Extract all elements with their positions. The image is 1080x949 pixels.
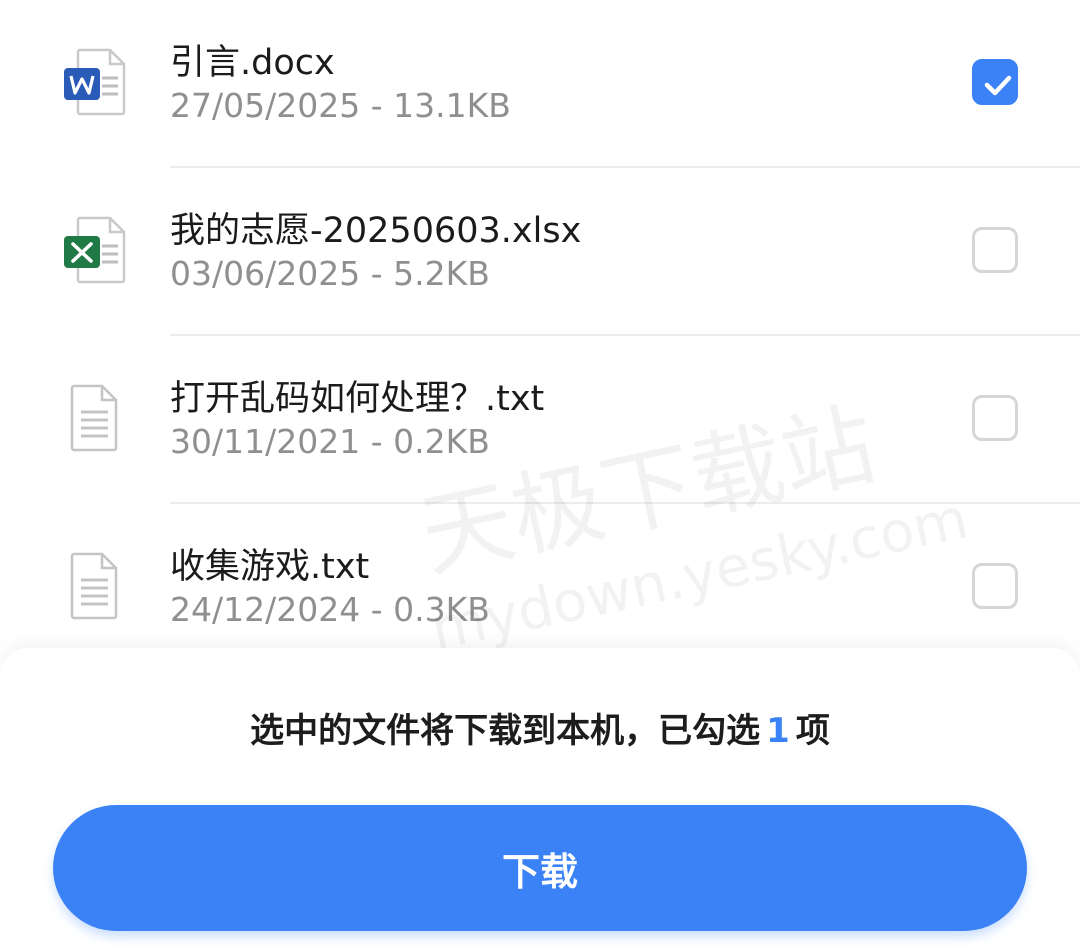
text-file-icon — [70, 552, 118, 620]
summary-suffix: 项 — [795, 711, 830, 751]
file-name: 引言.docx — [170, 43, 335, 83]
download-button[interactable]: 下载 — [53, 805, 1027, 931]
file-name: 打开乱码如何处理？.txt — [170, 379, 545, 419]
word-doc-icon — [64, 48, 126, 116]
selected-count: 1 — [766, 711, 790, 751]
file-meta: 03/06/2025 - 5.2KB — [170, 254, 490, 293]
check-icon — [984, 75, 1012, 96]
file-checkbox[interactable] — [972, 395, 1018, 441]
excel-sheet-icon — [64, 216, 126, 284]
selection-summary: 选中的文件将下载到本机，已勾选 1 项 — [0, 703, 1080, 752]
file-meta: 27/05/2025 - 13.1KB — [170, 86, 511, 125]
file-name: 收集游戏.txt — [170, 547, 370, 587]
file-list: 引言.docx 27/05/2025 - 13.1KB 我的志愿-2025060… — [0, 0, 1080, 672]
file-row[interactable]: 打开乱码如何处理？.txt 30/11/2021 - 0.2KB — [0, 336, 1080, 504]
file-row[interactable]: 引言.docx 27/05/2025 - 13.1KB — [0, 0, 1080, 168]
file-checkbox[interactable] — [972, 59, 1018, 105]
file-checkbox[interactable] — [972, 563, 1018, 609]
file-meta: 30/11/2021 - 0.2KB — [170, 422, 490, 461]
bottom-action-sheet: 选中的文件将下载到本机，已勾选 1 项 下载 — [0, 648, 1080, 949]
file-name: 我的志愿-20250603.xlsx — [170, 211, 582, 251]
file-meta: 24/12/2024 - 0.3KB — [170, 590, 490, 629]
file-checkbox[interactable] — [972, 227, 1018, 273]
file-row[interactable]: 收集游戏.txt 24/12/2024 - 0.3KB — [0, 504, 1080, 672]
summary-prefix: 选中的文件将下载到本机，已勾选 — [250, 711, 761, 751]
text-file-icon — [70, 384, 118, 452]
file-row[interactable]: 我的志愿-20250603.xlsx 03/06/2025 - 5.2KB — [0, 168, 1080, 336]
